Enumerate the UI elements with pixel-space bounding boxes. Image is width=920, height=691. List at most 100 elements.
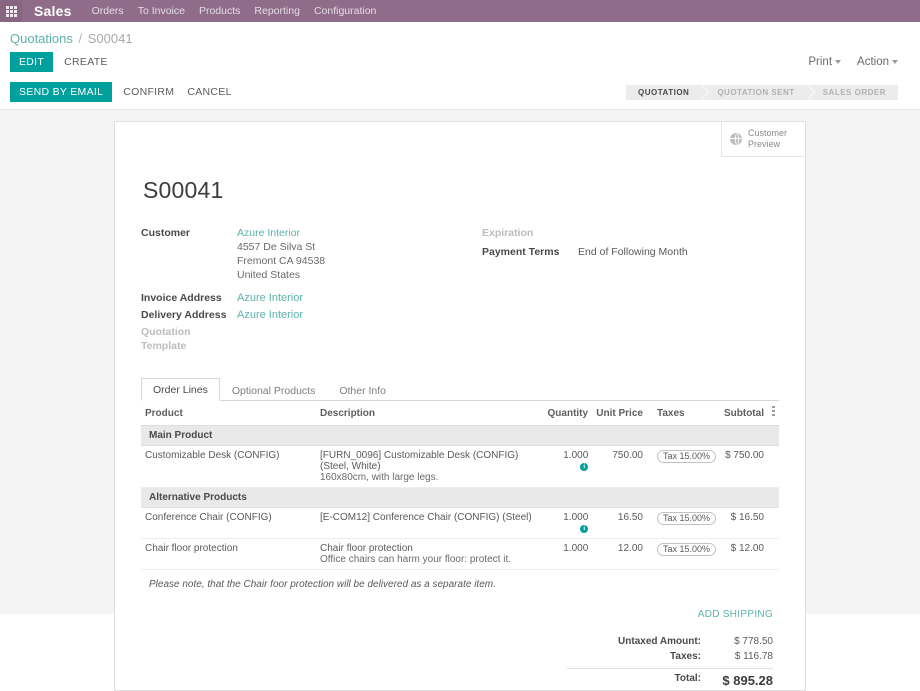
cell-quantity: 1.000 i bbox=[543, 507, 593, 539]
table-row[interactable]: Chair floor protection Chair floor prote… bbox=[141, 538, 779, 570]
cell-row-handle bbox=[768, 445, 779, 488]
cell-quantity: 1.000 bbox=[543, 538, 593, 570]
sheet-button-box: Customer Preview bbox=[115, 122, 805, 157]
record-toolbar: EDIT CREATE Print Action bbox=[0, 50, 920, 78]
sheet-content: S00041 Customer Azure Interior 4557 De S… bbox=[115, 157, 805, 690]
add-shipping-button[interactable]: ADD SHIPPING bbox=[698, 609, 773, 620]
untaxed-amount-label: Untaxed Amount: bbox=[618, 636, 701, 647]
chevron-down-icon bbox=[892, 59, 898, 64]
app-brand-title[interactable]: Sales bbox=[22, 0, 86, 22]
totals-row-untaxed: Untaxed Amount: $ 778.50 bbox=[567, 634, 773, 649]
delivery-address-value-link[interactable]: Azure Interior bbox=[237, 308, 303, 322]
chevron-down-icon bbox=[835, 59, 842, 64]
menu-item-orders[interactable]: Orders bbox=[92, 0, 124, 22]
quantity-value: 1.000 bbox=[563, 512, 589, 523]
quantity-value: 1.000 bbox=[563, 543, 589, 554]
menu-item-to-invoice[interactable]: To Invoice bbox=[138, 0, 185, 22]
confirm-button[interactable]: CONFIRM bbox=[121, 82, 176, 102]
header-fields-left: Customer Azure Interior 4557 De Silva St… bbox=[141, 226, 460, 356]
cell-quantity: 1.000 i bbox=[543, 445, 593, 488]
cancel-button[interactable]: CANCEL bbox=[185, 82, 233, 102]
header-fields-right: Expiration Payment Terms End of Followin… bbox=[460, 226, 779, 356]
form-page-background: Customer Preview S00041 Customer Azure I… bbox=[0, 110, 920, 691]
breadcrumb-separator: / bbox=[78, 31, 83, 46]
column-options-icon[interactable] bbox=[768, 401, 779, 426]
info-icon[interactable]: i bbox=[580, 525, 589, 533]
record-sheet: Customer Preview S00041 Customer Azure I… bbox=[114, 121, 806, 691]
taxes-label: Taxes: bbox=[670, 651, 701, 662]
toolbar-right-group: Print Action bbox=[808, 56, 910, 68]
info-icon[interactable]: i bbox=[580, 463, 589, 471]
column-header-taxes[interactable]: Taxes bbox=[646, 401, 720, 426]
apps-menu-button[interactable] bbox=[0, 0, 22, 22]
tab-optional-products[interactable]: Optional Products bbox=[220, 379, 327, 401]
send-by-email-button[interactable]: SEND BY EMAIL bbox=[10, 82, 113, 102]
customer-address-line-2: Fremont CA 94538 bbox=[237, 255, 326, 267]
menu-item-configuration[interactable]: Configuration bbox=[314, 0, 376, 22]
menu-item-products[interactable]: Products bbox=[199, 0, 240, 22]
customer-value-link[interactable]: Azure Interior bbox=[237, 227, 300, 239]
status-stage-quotation-sent[interactable]: QUOTATION SENT bbox=[701, 84, 816, 100]
order-lines-body: Main Product Customizable Desk (CONFIG) … bbox=[141, 425, 779, 595]
workflow-action-bar: SEND BY EMAIL CONFIRM CANCEL QUOTATION Q… bbox=[0, 78, 920, 110]
customer-preview-line2: Preview bbox=[748, 139, 781, 149]
payment-terms-value[interactable]: End of Following Month bbox=[578, 245, 688, 259]
column-header-description[interactable]: Description bbox=[316, 401, 544, 426]
totals-divider bbox=[567, 668, 773, 669]
tab-other-info[interactable]: Other Info bbox=[327, 379, 398, 401]
cell-subtotal: $ 12.00 bbox=[719, 538, 768, 570]
customer-preview-button[interactable]: Customer Preview bbox=[721, 122, 805, 157]
status-stage-sales-order[interactable]: SALES ORDER bbox=[806, 84, 898, 100]
cell-row-handle bbox=[768, 507, 779, 539]
order-lines-table: Product Description Quantity Unit Price … bbox=[141, 401, 779, 594]
action-dropdown[interactable]: Action bbox=[857, 56, 898, 68]
cell-row-handle bbox=[768, 538, 779, 570]
field-delivery-address: Delivery Address Azure Interior bbox=[141, 308, 460, 322]
order-line-note-row[interactable]: Please note, that the Chair foor protect… bbox=[141, 570, 779, 595]
cell-taxes: Tax 15.00% bbox=[646, 445, 720, 488]
payment-terms-label: Payment Terms bbox=[482, 246, 560, 258]
cell-description: Chair floor protection Office chairs can… bbox=[316, 538, 544, 570]
breadcrumb-parent-link[interactable]: Quotations bbox=[10, 31, 73, 46]
table-row[interactable]: Conference Chair (CONFIG) [E-COM12] Conf… bbox=[141, 507, 779, 539]
cell-unit-price: 16.50 bbox=[592, 507, 647, 539]
customer-preview-label: Customer Preview bbox=[748, 128, 787, 150]
cell-product: Customizable Desk (CONFIG) bbox=[141, 445, 316, 488]
table-row[interactable]: Customizable Desk (CONFIG) [FURN_0096] C… bbox=[141, 445, 779, 488]
menu-item-reporting[interactable]: Reporting bbox=[254, 0, 300, 22]
main-menu: Orders To Invoice Products Reporting Con… bbox=[86, 0, 377, 22]
field-expiration: Expiration bbox=[482, 226, 779, 240]
tax-badge: Tax 15.00% bbox=[656, 512, 716, 525]
description-main: [E-COM12] Conference Chair (CONFIG) (Ste… bbox=[320, 512, 532, 523]
edit-button[interactable]: EDIT bbox=[10, 52, 54, 72]
column-header-quantity[interactable]: Quantity bbox=[543, 401, 593, 426]
cell-unit-price: 750.00 bbox=[592, 445, 647, 488]
header-fields: Customer Azure Interior 4557 De Silva St… bbox=[141, 226, 779, 356]
cell-taxes: Tax 15.00% bbox=[646, 538, 720, 570]
note-text: Please note, that the Chair foor protect… bbox=[149, 579, 496, 590]
column-header-subtotal[interactable]: Subtotal bbox=[719, 401, 768, 426]
cell-description: [E-COM12] Conference Chair (CONFIG) (Ste… bbox=[316, 507, 544, 539]
customer-address-line-3: United States bbox=[237, 269, 301, 281]
section-row-alternative-products[interactable]: Alternative Products bbox=[141, 487, 779, 508]
field-invoice-address: Invoice Address Azure Interior bbox=[141, 291, 460, 305]
invoice-address-value-link[interactable]: Azure Interior bbox=[237, 291, 303, 305]
create-button[interactable]: CREATE bbox=[62, 52, 110, 72]
order-lines-footer: ADD SHIPPING Untaxed Amount: $ 778.50 Ta… bbox=[141, 594, 779, 690]
status-stage-quotation[interactable]: QUOTATION bbox=[626, 84, 710, 100]
add-shipping-row: ADD SHIPPING bbox=[141, 594, 779, 620]
field-customer: Customer Azure Interior 4557 De Silva St… bbox=[141, 226, 460, 282]
statusbar: QUOTATION QUOTATION SENT SALES ORDER bbox=[626, 84, 898, 100]
status-pipeline: QUOTATION QUOTATION SENT SALES ORDER bbox=[626, 84, 910, 100]
column-header-product[interactable]: Product bbox=[141, 401, 316, 426]
top-navbar: Sales Orders To Invoice Products Reporti… bbox=[0, 0, 920, 22]
cell-subtotal: $ 750.00 bbox=[719, 445, 768, 488]
description-sub: 160x80cm, with large legs. bbox=[320, 472, 439, 483]
customer-label: Customer bbox=[141, 227, 191, 239]
taxes-value: $ 116.78 bbox=[734, 651, 773, 662]
print-dropdown[interactable]: Print bbox=[808, 56, 842, 68]
column-header-unit-price[interactable]: Unit Price bbox=[592, 401, 647, 426]
cell-taxes: Tax 15.00% bbox=[646, 507, 720, 539]
tab-order-lines[interactable]: Order Lines bbox=[141, 378, 220, 401]
section-row-main-product[interactable]: Main Product bbox=[141, 425, 779, 446]
